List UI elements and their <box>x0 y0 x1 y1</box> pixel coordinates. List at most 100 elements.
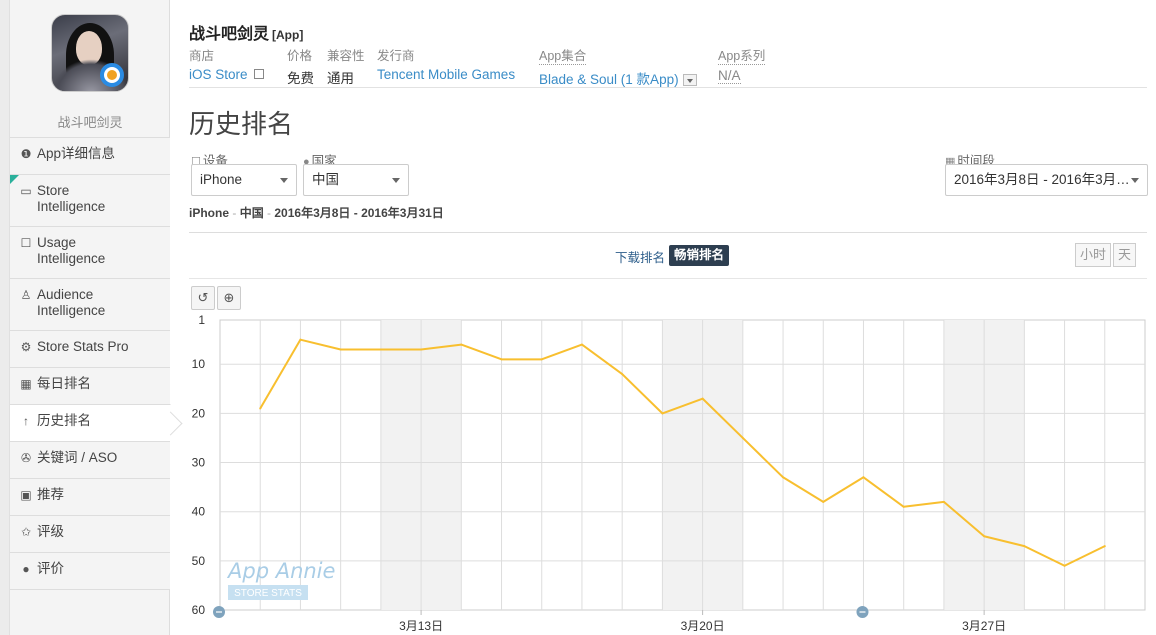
sidebar-item-label: App详细信息 <box>37 146 116 161</box>
watermark-logo: App Annie <box>226 559 335 583</box>
sidebar-item-0[interactable]: ❶ App详细信息 <box>10 137 170 174</box>
phone-hand-icon: ☐ <box>20 236 32 250</box>
country-select[interactable]: 中国 <box>303 164 409 196</box>
store-link[interactable]: iOS Store <box>189 67 264 82</box>
hour-toggle[interactable]: 小时 <box>1075 243 1112 267</box>
store-label: 商店 <box>189 49 215 63</box>
bookmark-icon: ▣ <box>20 488 32 502</box>
data-point <box>1023 545 1026 548</box>
zoom-in-icon: ⊕ <box>223 290 235 305</box>
y-tick-label: 40 <box>192 505 206 519</box>
meta-compat: 兼容性 通用 <box>327 45 365 87</box>
y-tick-label: 30 <box>192 456 206 470</box>
price-label: 价格 <box>287 49 313 63</box>
data-point <box>661 412 664 415</box>
device-select[interactable]: iPhone <box>191 164 297 196</box>
x-tick-label: 3月13日 <box>399 619 443 633</box>
sidebar-item-6[interactable]: ↑ 历史排名 <box>10 404 171 441</box>
filter-summary: iPhone - 中国 - 2016年3月8日 - 2016年3月31日 <box>189 206 444 220</box>
data-point <box>822 500 825 503</box>
sidebar-item-label: 关键词 / ASO <box>37 450 118 465</box>
sidebar-item-3[interactable]: ♙ Audience Intelligence <box>10 278 170 330</box>
keyword-icon: ✇ <box>20 451 32 465</box>
app-icon[interactable] <box>51 14 129 92</box>
sidebar-item-2[interactable]: ☐ Usage Intelligence <box>10 226 170 278</box>
zoom-in-button[interactable]: ⊕ <box>217 286 241 310</box>
data-point <box>299 338 302 341</box>
data-point <box>460 343 463 346</box>
external-link-icon <box>253 69 264 79</box>
tab-grossing-rank[interactable]: 畅销排名 <box>669 245 730 266</box>
sidebar-item-label: Store Intelligence <box>37 183 106 214</box>
data-point <box>741 436 744 439</box>
sidebar-item-9[interactable]: ✩ 评级 <box>10 515 170 552</box>
collection-link[interactable]: Blade & Soul (1 款App) <box>539 68 697 88</box>
data-point <box>621 373 624 376</box>
sidebar: 战斗吧剑灵 ❶ App详细信息 ▭ Store Intelligence ☐ Usage … <box>0 0 171 635</box>
sidebar-item-label: Store Stats Pro <box>37 339 129 354</box>
data-point <box>1063 564 1066 567</box>
watermark-sub: STORE STATS <box>234 588 302 599</box>
data-point <box>983 535 986 538</box>
sidebar-item-1[interactable]: ▭ Store Intelligence <box>10 174 170 226</box>
sidebar-item-label: 评价 <box>37 561 64 576</box>
data-point <box>259 407 262 410</box>
sidebar-item-8[interactable]: ▣ 推荐 <box>10 478 170 515</box>
data-point <box>782 476 785 479</box>
meta-publisher: 发行商 Tencent Mobile Games <box>377 45 515 82</box>
data-point <box>540 358 543 361</box>
series-label: App系列 <box>718 45 766 65</box>
sidebar-item-7[interactable]: ✇ 关键词 / ASO <box>10 441 170 478</box>
sidebar-stripe <box>0 0 10 635</box>
new-corner-badge <box>10 175 19 184</box>
compat-label: 兼容性 <box>327 49 365 63</box>
data-point <box>500 358 503 361</box>
sidebar-item-label: 每日排名 <box>37 376 91 391</box>
sidebar-item-label: 推荐 <box>37 487 64 502</box>
person-icon: ♙ <box>20 288 32 302</box>
divider <box>189 278 1147 279</box>
star-icon: ✩ <box>20 525 32 539</box>
compat-value: 通用 <box>327 71 354 86</box>
data-point <box>942 500 945 503</box>
data-point <box>420 348 423 351</box>
data-point <box>339 348 342 351</box>
sidebar-item-label: Usage Intelligence <box>37 235 106 266</box>
y-tick-label: 20 <box>192 406 206 420</box>
app-type-tag: [App] <box>272 28 304 42</box>
calendar-icon: ▦ <box>20 377 32 391</box>
page-title: 历史排名 <box>189 109 294 139</box>
day-toggle[interactable]: 天 <box>1113 243 1137 267</box>
comment-icon: ● <box>22 562 30 576</box>
sidebar-item-5[interactable]: ▦ 每日排名 <box>10 367 170 404</box>
period-select[interactable]: 2016年3月8日 - 2016年3月… <box>945 164 1148 196</box>
meta-store: 商店 iOS Store <box>189 45 264 82</box>
y-tick-label: 60 <box>192 603 206 617</box>
sidebar-item-label: 历史排名 <box>37 413 91 428</box>
tab-download-rank[interactable]: 下载排名 <box>615 247 665 266</box>
reset-zoom-button[interactable]: ↺ <box>191 286 215 310</box>
app-header: 战斗吧剑灵 [App] 商店 iOS Store 价格 免费 兼容性 通用 发行商… <box>189 20 1147 88</box>
meta-series: App系列 N/A <box>718 45 766 84</box>
data-point <box>902 505 905 508</box>
x-tick-label: 3月20日 <box>681 619 725 633</box>
sidebar-item-10[interactable]: ● 评价 <box>10 552 170 589</box>
tencent-logo-icon <box>100 63 124 87</box>
sidebar-item-label: 评级 <box>37 524 64 539</box>
arrow-up-icon: ↑ <box>23 414 29 428</box>
data-point <box>1103 545 1106 548</box>
sidebar-app-name: 战斗吧剑灵 <box>57 115 123 130</box>
collection-label: App集合 <box>539 45 587 65</box>
sidebar-item-label: Audience Intelligence <box>37 287 106 318</box>
publisher-link[interactable]: Tencent Mobile Games <box>377 67 515 82</box>
rank-history-chart: 1 10 20 30 40 50 60 3月13日 3月20日 3月27日 App Annie STO… <box>192 313 1146 633</box>
y-tick-label: 50 <box>192 554 206 568</box>
series-value: N/A <box>718 68 741 84</box>
store-icon: ▭ <box>20 184 32 198</box>
divider <box>189 232 1147 233</box>
price-value: 免费 <box>287 71 314 86</box>
y-tick-label: 10 <box>192 357 206 371</box>
collection-dropdown-icon[interactable] <box>682 74 697 86</box>
sidebar-item-4[interactable]: ⚙ Store Stats Pro <box>10 330 170 367</box>
data-point <box>379 348 382 351</box>
